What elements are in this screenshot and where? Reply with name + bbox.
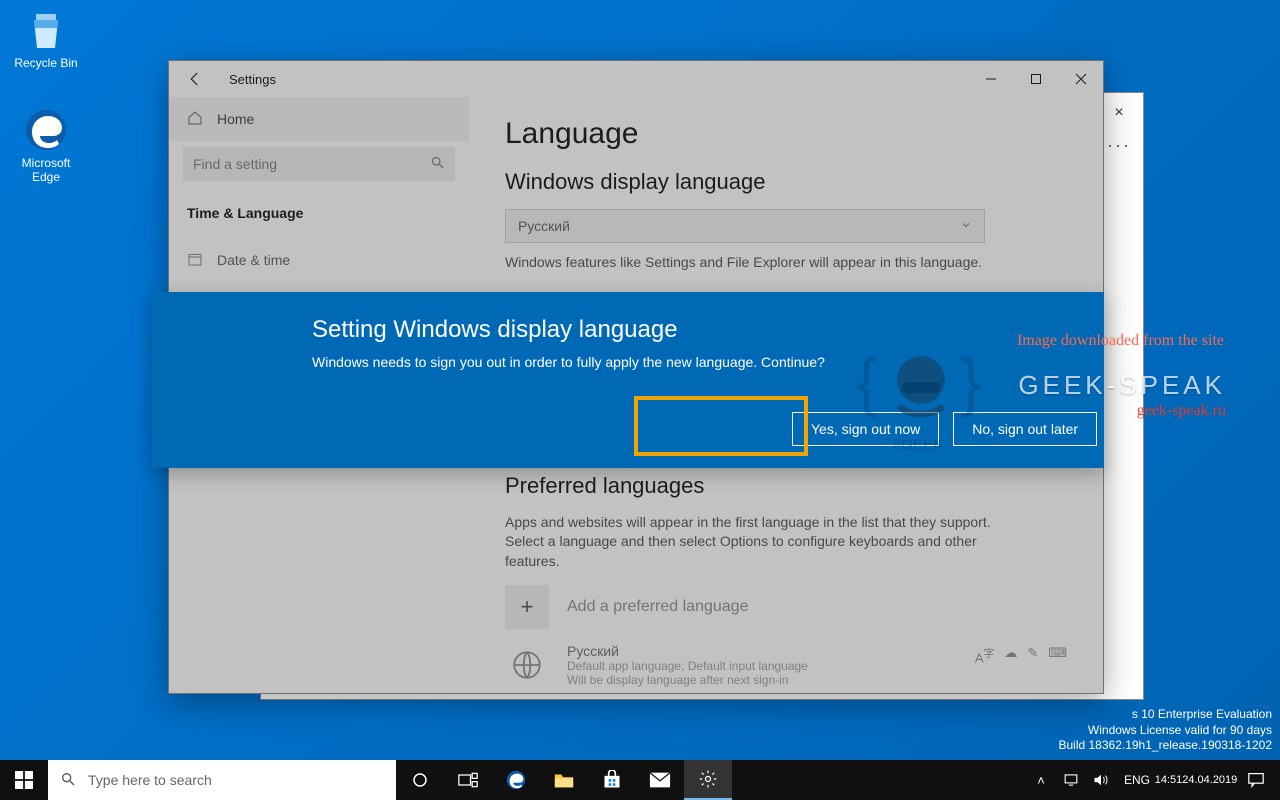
handwrite-icon: ✎	[1027, 645, 1038, 687]
build-watermark: s 10 Enterprise Evaluation Windows Licen…	[1058, 707, 1272, 754]
search-placeholder: Type here to search	[88, 772, 212, 788]
calendar-icon	[187, 251, 203, 270]
close-button[interactable]: ×	[1099, 99, 1139, 127]
desktop-icon-edge[interactable]: Microsoft Edge	[8, 106, 84, 184]
language-globe-icon	[505, 643, 549, 687]
preferred-languages-description: Apps and websites will appear in the fir…	[505, 513, 1025, 572]
chevron-down-icon	[960, 218, 972, 234]
tts-icon: ☁	[1004, 645, 1017, 687]
taskbar-app-store[interactable]	[588, 760, 636, 800]
sidebar-item-label: Home	[217, 111, 254, 127]
taskbar-search[interactable]: Type here to search	[48, 760, 396, 800]
taskbar-app-settings[interactable]	[684, 760, 732, 800]
sidebar-item-date-time[interactable]: Date & time	[169, 239, 469, 281]
sidebar-item-home[interactable]: Home	[169, 97, 469, 141]
add-language-row[interactable]: + Add a preferred language	[505, 585, 1067, 629]
modal-message: Windows needs to sign you out in order t…	[312, 354, 954, 370]
taskbar-app-edge[interactable]	[492, 760, 540, 800]
system-tray: ˄ ENG 14:51 24.04.2019	[1028, 760, 1280, 800]
tray-overflow-button[interactable]: ˄	[1028, 760, 1054, 800]
home-icon	[187, 110, 203, 129]
desktop-icon-recycle-bin[interactable]: Recycle Bin	[8, 6, 84, 70]
page-title: Language	[505, 117, 1067, 151]
search-icon	[430, 155, 445, 173]
plus-icon: +	[505, 585, 549, 629]
abc-icon: A字	[975, 645, 995, 687]
display-language-description: Windows features like Settings and File …	[505, 253, 1025, 273]
sidebar-search[interactable]: Find a setting	[183, 147, 455, 181]
language-sub2: Will be display language after next sign…	[567, 673, 808, 687]
section-preferred-languages: Preferred languages	[505, 473, 1067, 499]
recycle-bin-icon	[22, 6, 70, 54]
taskbar-app-explorer[interactable]	[540, 760, 588, 800]
desktop-icon-label: Microsoft Edge	[22, 156, 71, 184]
watermark-url: geek-speak.ru	[1137, 402, 1226, 420]
section-display-language: Windows display language	[505, 169, 1067, 195]
no-signout-button[interactable]: No, sign out later	[953, 412, 1097, 446]
language-name: Русский	[567, 643, 808, 659]
taskbar-app-mail[interactable]	[636, 760, 684, 800]
back-button[interactable]	[175, 61, 215, 97]
desktop-icon-label: Recycle Bin	[14, 56, 77, 70]
tray-volume-icon[interactable]	[1088, 760, 1114, 800]
tray-action-center[interactable]	[1236, 760, 1276, 800]
sidebar-category: Time & Language	[169, 195, 469, 239]
task-view-button[interactable]	[444, 760, 492, 800]
language-feature-icons: A字 ☁ ✎ ⌨	[975, 643, 1067, 687]
window-title: Settings	[229, 72, 276, 87]
search-icon	[60, 771, 76, 790]
build-line3: Build 18362.19h1_release.190318-1202	[1058, 738, 1272, 754]
edge-icon	[22, 106, 70, 154]
minimize-button[interactable]	[968, 61, 1013, 97]
titlebar: Settings	[169, 61, 1103, 97]
window-controls	[968, 61, 1103, 97]
add-language-label: Add a preferred language	[567, 598, 748, 616]
keyboard-icon: ⌨	[1048, 645, 1067, 687]
start-button[interactable]	[0, 760, 48, 800]
close-button[interactable]	[1058, 61, 1103, 97]
build-line1: s 10 Enterprise Evaluation	[1058, 707, 1272, 723]
build-line2: Windows License valid for 90 days	[1058, 723, 1272, 739]
cortana-button[interactable]	[396, 760, 444, 800]
more-button[interactable]: ···	[1099, 135, 1139, 163]
language-entry[interactable]: Русский Default app language; Default in…	[505, 643, 1067, 687]
dropdown-value: Русский	[518, 218, 570, 234]
tray-network-icon[interactable]	[1058, 760, 1084, 800]
language-sub1: Default app language; Default input lang…	[567, 659, 808, 673]
watermark-caption: Image downloaded from the site	[1017, 332, 1224, 350]
desktop: Recycle Bin Microsoft Edge × ··· Setting…	[0, 0, 1280, 800]
signout-modal: Setting Windows display language Windows…	[152, 292, 1104, 468]
taskbar: Type here to search ˄ ENG 14:51 24.04.20…	[0, 760, 1280, 800]
tray-language[interactable]: ENG	[1118, 760, 1156, 800]
tray-clock[interactable]: 14:51 24.04.2019	[1160, 760, 1232, 800]
yes-signout-button[interactable]: Yes, sign out now	[792, 412, 939, 446]
tray-date: 24.04.2019	[1182, 774, 1237, 787]
display-language-dropdown[interactable]: Русский	[505, 209, 985, 243]
tray-time: 14:51	[1155, 774, 1183, 787]
sidebar-item-label: Date & time	[217, 252, 290, 268]
watermark-brand: GEEK-SPEAK	[1018, 370, 1226, 401]
maximize-button[interactable]	[1013, 61, 1058, 97]
modal-title: Setting Windows display language	[312, 316, 954, 344]
search-placeholder: Find a setting	[193, 156, 277, 172]
